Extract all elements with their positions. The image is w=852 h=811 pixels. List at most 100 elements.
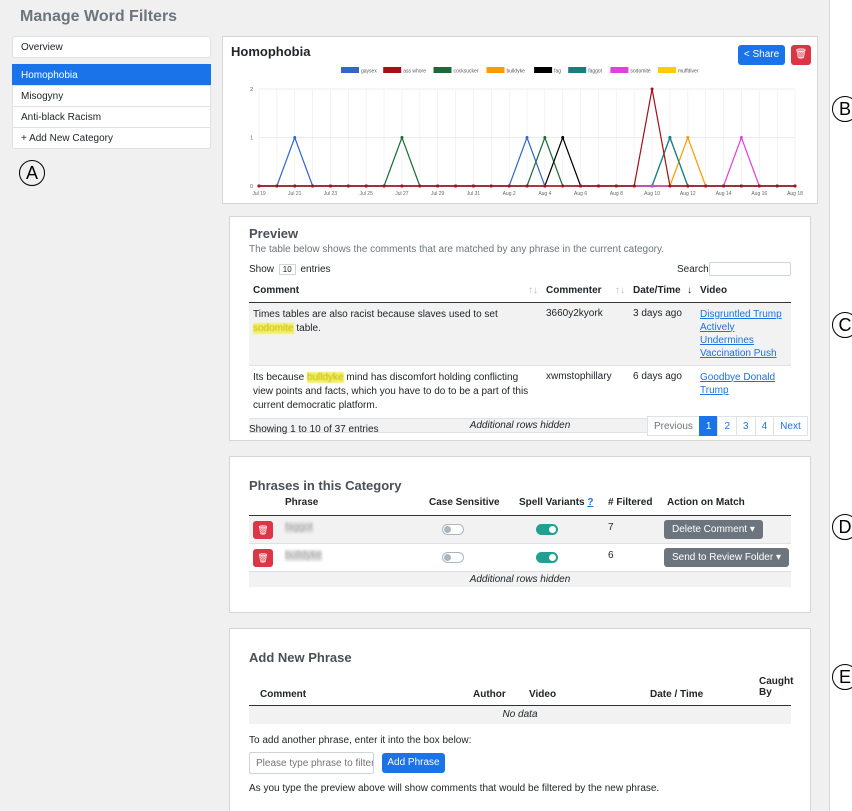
data-point xyxy=(632,184,636,188)
data-point xyxy=(650,184,654,188)
data-point xyxy=(686,184,690,188)
column-filtered: # Filtered xyxy=(608,497,653,508)
data-point xyxy=(561,136,565,139)
comment-cell: Times tables are also racist because sla… xyxy=(249,302,542,366)
column-comment[interactable]: Comment ↑↓ xyxy=(249,280,542,303)
column-case-sensitive: Case Sensitive xyxy=(429,497,500,508)
data-point xyxy=(400,136,404,139)
entries-label: entries xyxy=(300,264,331,275)
column-date-time: Date / Time xyxy=(650,689,704,700)
share-icon: < xyxy=(743,49,750,60)
sidebar-item-misogyny[interactable]: Misogyny xyxy=(12,85,211,107)
annotation-e: E xyxy=(832,664,852,690)
action-dropdown[interactable]: Send to Review Folder ▾ xyxy=(664,548,789,567)
legend-label: bulldyke xyxy=(507,69,526,75)
search-label: Search: xyxy=(677,264,712,275)
data-point xyxy=(382,184,386,188)
action-dropdown[interactable]: Delete Comment ▾ xyxy=(664,520,763,539)
data-point xyxy=(525,136,529,139)
date-cell: 6 days ago xyxy=(629,365,696,419)
y-tick-label: 1 xyxy=(250,136,253,142)
data-point xyxy=(561,184,565,188)
column-video[interactable]: Video xyxy=(696,280,791,303)
new-phrase-input[interactable] xyxy=(249,752,374,774)
data-point xyxy=(257,184,261,188)
data-point xyxy=(739,184,743,188)
next-page-button[interactable]: Next xyxy=(773,416,808,436)
data-point xyxy=(293,184,297,188)
x-tick-label: Aug 6 xyxy=(574,191,587,197)
sidebar-item-anti-black-racism[interactable]: Anti-black Racism xyxy=(12,106,211,128)
table-row: Its because bulldyke mind has discomfort… xyxy=(249,365,791,419)
annotation-a: A xyxy=(19,160,45,186)
show-label: Show xyxy=(249,264,275,275)
data-point xyxy=(311,184,315,188)
legend-swatch xyxy=(433,67,452,73)
page-4-button[interactable]: 4 xyxy=(754,416,775,436)
page-length-select[interactable]: 10 xyxy=(278,264,296,275)
add-phrase-footer: As you type the preview above will show … xyxy=(249,783,660,794)
legend-swatch xyxy=(383,67,402,73)
legend-label: fag xyxy=(554,69,561,75)
case-sensitive-toggle[interactable] xyxy=(442,524,464,535)
case-sensitive-toggle[interactable] xyxy=(442,552,464,563)
showing-info: Showing 1 to 10 of 37 entries xyxy=(249,424,379,435)
x-tick-label: Jul 29 xyxy=(431,191,445,197)
column-datetime[interactable]: Date/Time ↓ xyxy=(629,280,696,303)
caret-down-icon: ▾ xyxy=(775,552,781,563)
column-action: Action on Match xyxy=(667,497,745,508)
x-tick-label: Jul 27 xyxy=(395,191,409,197)
data-point xyxy=(346,184,350,188)
annotation-d: D xyxy=(832,514,852,540)
delete-category-button[interactable]: 🗑 xyxy=(791,45,811,65)
data-point xyxy=(525,184,529,188)
data-point xyxy=(650,87,654,91)
previous-page-button[interactable]: Previous xyxy=(647,416,700,436)
column-commenter[interactable]: Commenter ↑↓ xyxy=(542,280,629,303)
help-icon[interactable]: ? xyxy=(587,497,593,508)
y-tick-label: 0 xyxy=(250,184,253,190)
x-tick-label: Jul 23 xyxy=(324,191,338,197)
add-phrase-instruction: To add another phrase, enter it into the… xyxy=(249,735,472,746)
trash-icon: 🗑 xyxy=(257,525,269,535)
data-point xyxy=(507,184,511,188)
x-tick-label: Aug 2 xyxy=(503,191,516,197)
sidebar-item-overview[interactable]: Overview xyxy=(12,36,211,58)
delete-phrase-button[interactable]: 🗑 xyxy=(253,521,273,539)
add-phrase-button[interactable]: Add Phrase xyxy=(382,753,445,773)
category-sidebar: Overview Homophobia Misogyny Anti-black … xyxy=(12,36,211,149)
page-2-button[interactable]: 2 xyxy=(717,416,738,436)
legend-swatch xyxy=(486,67,505,73)
data-point xyxy=(739,136,743,139)
column-spell-variants: Spell Variants ? xyxy=(519,497,594,508)
legend-swatch xyxy=(658,67,676,73)
legend-label: cocksucker xyxy=(454,69,479,75)
column-comment: Comment xyxy=(260,689,307,700)
caret-down-icon: ▾ xyxy=(749,524,755,535)
sidebar-item-homophobia[interactable]: Homophobia xyxy=(12,64,211,86)
data-point xyxy=(543,136,547,139)
data-point xyxy=(543,184,547,188)
page-1-button[interactable]: 1 xyxy=(698,416,719,436)
video-link[interactable]: Goodbye Donald Trump xyxy=(700,372,775,396)
x-tick-label: Jul 31 xyxy=(467,191,481,197)
spell-variants-toggle[interactable] xyxy=(536,552,558,563)
annotation-c: C xyxy=(832,312,852,338)
x-tick-label: Aug 16 xyxy=(751,191,767,197)
share-label: Share xyxy=(752,49,780,60)
preview-panel: Preview The table below shows the commen… xyxy=(229,216,811,441)
page-3-button[interactable]: 3 xyxy=(736,416,756,436)
preview-title: Preview xyxy=(249,226,299,241)
search-input[interactable] xyxy=(709,262,791,276)
sidebar-item-add-category[interactable]: + Add New Category xyxy=(12,127,211,149)
phrases-panel: Phrases in this Category Phrase Case Sen… xyxy=(229,456,811,613)
legend-swatch xyxy=(610,67,629,73)
legend-label: sodomite xyxy=(630,69,651,75)
video-link[interactable]: Disgruntled Trump Actively Undermines Vacc… xyxy=(700,309,782,359)
delete-phrase-button[interactable]: 🗑 xyxy=(253,549,273,567)
x-tick-label: Jul 19 xyxy=(252,191,266,197)
data-point xyxy=(454,184,458,188)
spell-variants-toggle[interactable] xyxy=(536,524,558,535)
x-tick-label: Aug 14 xyxy=(716,191,732,197)
share-button[interactable]: < Share xyxy=(738,45,785,65)
